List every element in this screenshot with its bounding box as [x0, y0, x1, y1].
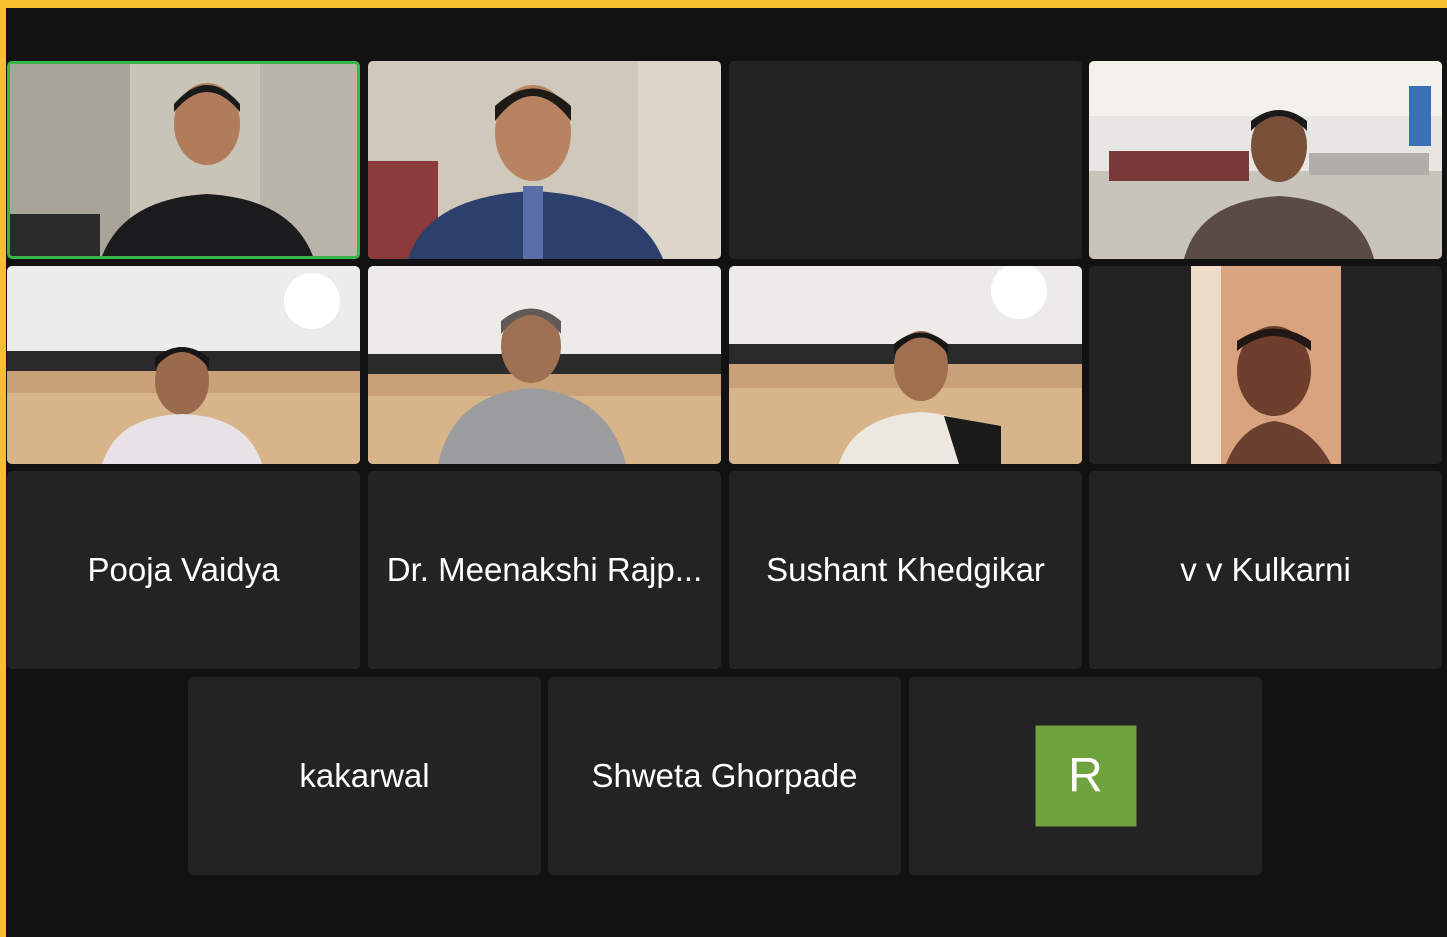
participant-name: kakarwal: [299, 757, 430, 794]
participant-tile-sushant-khedgikar[interactable]: Sushant Khedgikar: [729, 471, 1082, 669]
video-feed-icon: [1089, 61, 1442, 259]
video-tile-lab-grey-shirt[interactable]: [368, 266, 721, 464]
participant-name: Pooja Vaidya: [87, 551, 280, 588]
participant-name: v v Kulkarni: [1180, 551, 1351, 588]
participant-tile-avatar-r[interactable]: R: [909, 677, 1262, 875]
participant-tile-pooja-vaidya[interactable]: Pooja Vaidya: [7, 471, 360, 669]
participant-name: Dr. Meenakshi Rajp...: [386, 551, 703, 588]
video-tile-office-hall[interactable]: [1089, 61, 1442, 259]
participant-tile-vv-kulkarni[interactable]: v v Kulkarni: [1089, 471, 1442, 669]
video-tile-portrait[interactable]: [1089, 266, 1442, 464]
video-feed-icon: [7, 266, 360, 464]
video-tile-lab-dupatta[interactable]: [7, 266, 360, 464]
video-feed-icon: [10, 64, 357, 256]
participant-tile-meenakshi[interactable]: Dr. Meenakshi Rajp...: [368, 471, 721, 669]
video-feed-icon: [1191, 266, 1341, 464]
participant-name: Shweta Ghorpade: [591, 757, 858, 794]
participant-tile-shweta-ghorpade[interactable]: Shweta Ghorpade: [548, 677, 901, 875]
avatar: R: [1035, 725, 1136, 827]
video-tile-lab-striped-top[interactable]: [729, 266, 1082, 464]
portrait-video: [1191, 266, 1341, 464]
video-feed-icon: [368, 61, 721, 259]
video-tile-empty[interactable]: [729, 61, 1082, 259]
participant-tile-kakarwal[interactable]: kakarwal: [188, 677, 541, 875]
video-feed-icon: [729, 266, 1082, 464]
meeting-gallery-view: Pooja Vaidya Dr. Meenakshi Rajp... Susha…: [6, 8, 1447, 937]
video-feed-icon: [368, 266, 721, 464]
video-tile-active-speaker[interactable]: [7, 61, 360, 259]
video-tile-checked-shirt[interactable]: [368, 61, 721, 259]
participant-name: Sushant Khedgikar: [766, 551, 1045, 588]
